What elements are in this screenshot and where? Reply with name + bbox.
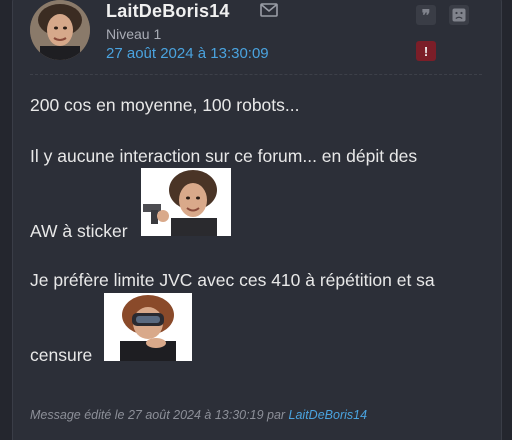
user-level: Niveau 1 bbox=[106, 26, 162, 42]
sticker-image[interactable] bbox=[104, 293, 192, 361]
quote-button[interactable]: ❞ bbox=[416, 5, 436, 25]
sticker-man-gun bbox=[141, 168, 231, 236]
post-date-link[interactable]: 27 août 2024 à 13:30:09 bbox=[106, 45, 269, 62]
report-button[interactable]: ! bbox=[416, 41, 436, 61]
sticker-image[interactable] bbox=[141, 168, 231, 236]
sad-face-icon bbox=[452, 8, 466, 22]
quote-icon: ❞ bbox=[421, 5, 431, 25]
avatar[interactable] bbox=[30, 0, 90, 60]
username[interactable]: LaitDeBoris14 bbox=[106, 1, 230, 22]
edit-note: Message édité le 27 août 2024 à 13:30:19… bbox=[30, 408, 367, 422]
sad-reaction-button[interactable] bbox=[449, 5, 469, 25]
header-divider bbox=[30, 74, 482, 75]
avatar-image bbox=[30, 0, 90, 60]
forum-post-card bbox=[12, 0, 502, 440]
post-paragraph: Je préfère limite JVC avec ces 410 à rép… bbox=[30, 270, 435, 290]
alert-icon: ! bbox=[423, 43, 429, 59]
mail-icon[interactable] bbox=[260, 3, 278, 17]
edit-author-link[interactable]: LaitDeBoris14 bbox=[289, 408, 368, 422]
edit-note-text: Message édité le 27 août 2024 à 13:30:19… bbox=[30, 408, 289, 422]
post-paragraph: 200 cos en moyenne, 100 robots... bbox=[30, 95, 300, 115]
post-paragraph: Il y aucune interaction sur ce forum... … bbox=[30, 146, 418, 166]
sticker-vr-headset bbox=[104, 293, 192, 361]
post-paragraph: AW à sticker bbox=[30, 221, 128, 241]
post-paragraph: censure bbox=[30, 345, 93, 365]
